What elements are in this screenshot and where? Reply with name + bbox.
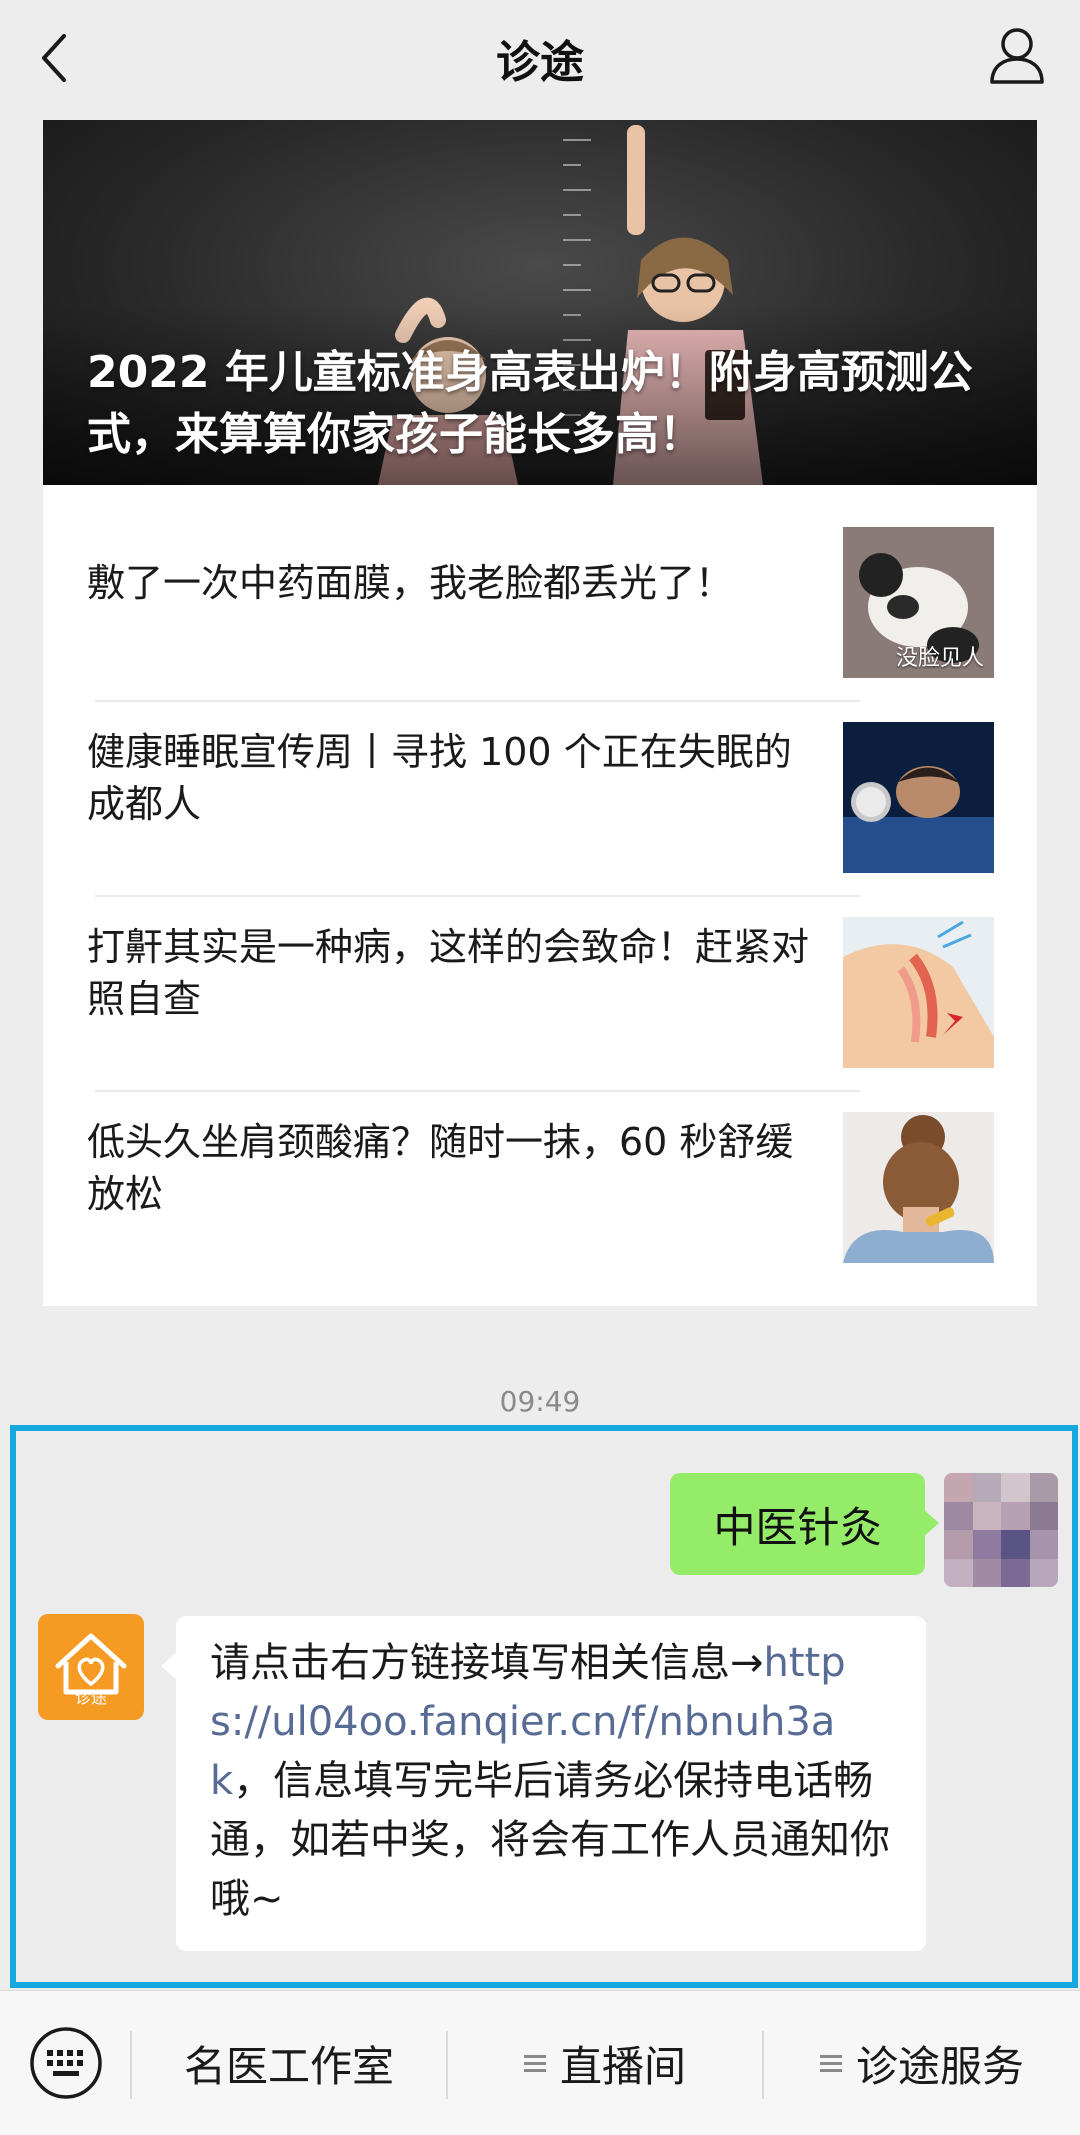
bot-avatar[interactable]: 诊途 <box>38 1614 144 1720</box>
avatar[interactable] <box>944 1473 1058 1587</box>
list-item[interactable]: 低头久坐肩颈酸痛？随时一抹，60 秒舒缓放松 <box>43 1070 1037 1265</box>
page-title: 诊途 <box>496 37 584 88</box>
list-item[interactable]: 打鼾其实是一种病，这样的会致命！赶紧对照自查 <box>43 875 1037 1070</box>
menu-item-label: 名医工作室 <box>183 2042 394 2091</box>
feature-article[interactable]: 2022 年儿童标准身高表出炉！附身高预测公式，来算算你家孩子能长多高！ <box>43 120 1037 485</box>
article-card: 2022 年儿童标准身高表出炉！附身高预测公式，来算算你家孩子能长多高！ 敷了一… <box>43 120 1037 1306</box>
article-title: 敷了一次中药面膜，我老脸都丢光了！ <box>87 560 734 605</box>
list-item[interactable]: 敷了一次中药面膜，我老脸都丢光了！ 没脸见人 <box>43 485 1037 680</box>
article-title: 打鼾其实是一种病，这样的会致命！赶紧对照自查 <box>87 924 810 1021</box>
list-item[interactable]: 健康睡眠宣传周丨寻找 100 个正在失眠的成都人 <box>43 680 1037 875</box>
thumbnail-caption: 没脸见人 <box>895 646 984 671</box>
person-icon[interactable] <box>986 24 1048 86</box>
menu-item-studio[interactable]: 名医工作室 <box>132 1991 446 2135</box>
menu-item-live[interactable]: 直播间 <box>448 1991 762 2135</box>
article-thumbnail <box>843 917 994 1068</box>
message-text: ，信息填写完毕后请务必保持电话畅通，如若中奖，将会有工作人员通知你哦~ <box>210 1758 890 1922</box>
article-thumbnail: 没脸见人 <box>843 527 994 678</box>
submenu-icon <box>819 2051 842 2076</box>
message-text: 请点击右方链接填写相关信息→ <box>210 1640 764 1686</box>
article-title: 低头久坐肩颈酸痛？随时一抹，60 秒舒缓放松 <box>87 1119 794 1216</box>
bottom-menu-bar: 名医工作室 直播间 诊途服务 <box>0 1990 1080 2135</box>
submenu-icon <box>523 2051 546 2076</box>
menu-item-label: 诊途服务 <box>855 2042 1024 2091</box>
article-title: 健康睡眠宣传周丨寻找 100 个正在失眠的成都人 <box>87 729 792 826</box>
top-bar: 诊途 <box>0 0 1080 118</box>
keyboard-icon[interactable] <box>28 2025 104 2101</box>
bot-avatar-label: 诊途 <box>74 1688 107 1707</box>
chat-highlight-region: 中医针灸 诊途 请点击右方链接填写相关信息→https://ul04oo.fan… <box>10 1425 1078 1988</box>
feature-article-title: 2022 年儿童标准身高表出炉！附身高预测公式，来算算你家孩子能长多高！ <box>87 347 973 460</box>
received-message-bubble: 请点击右方链接填写相关信息→https://ul04oo.fanqier.cn/… <box>161 1616 926 1951</box>
article-thumbnail <box>843 722 994 873</box>
message-timestamp: 09:49 <box>499 1385 581 1418</box>
menu-item-services[interactable]: 诊途服务 <box>764 1991 1080 2135</box>
menu-item-label: 直播间 <box>559 2042 686 2091</box>
sent-message-bubble[interactable]: 中医针灸 <box>670 1473 939 1575</box>
article-thumbnail <box>843 1112 994 1263</box>
